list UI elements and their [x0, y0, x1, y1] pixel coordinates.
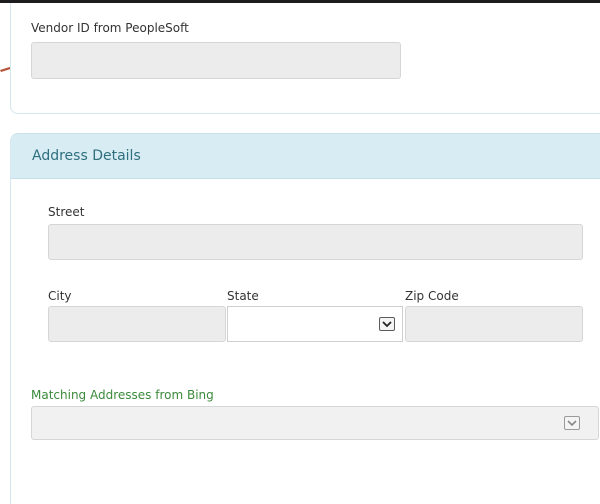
- city-label: City: [48, 289, 72, 303]
- chevron-down-icon[interactable]: [379, 317, 395, 331]
- street-label: Street: [48, 205, 85, 219]
- city-field[interactable]: [48, 306, 226, 342]
- vendor-panel: Vendor ID from PeopleSoft: [10, 3, 600, 114]
- address-panel-header: Address Details: [11, 134, 600, 179]
- zip-code-field[interactable]: [405, 306, 583, 342]
- state-select[interactable]: [227, 306, 403, 342]
- chevron-down-icon[interactable]: [564, 416, 580, 430]
- street-field[interactable]: [48, 224, 583, 260]
- vendor-id-label: Vendor ID from PeopleSoft: [31, 21, 189, 35]
- vendor-id-field[interactable]: [31, 42, 401, 79]
- address-panel-title: Address Details: [32, 148, 141, 164]
- state-label: State: [227, 289, 259, 303]
- address-panel: Address Details Street City State Zip Co…: [10, 133, 600, 504]
- zip-code-label: Zip Code: [405, 289, 459, 303]
- matching-addresses-label: Matching Addresses from Bing: [31, 388, 214, 402]
- matching-addresses-select[interactable]: [31, 406, 599, 440]
